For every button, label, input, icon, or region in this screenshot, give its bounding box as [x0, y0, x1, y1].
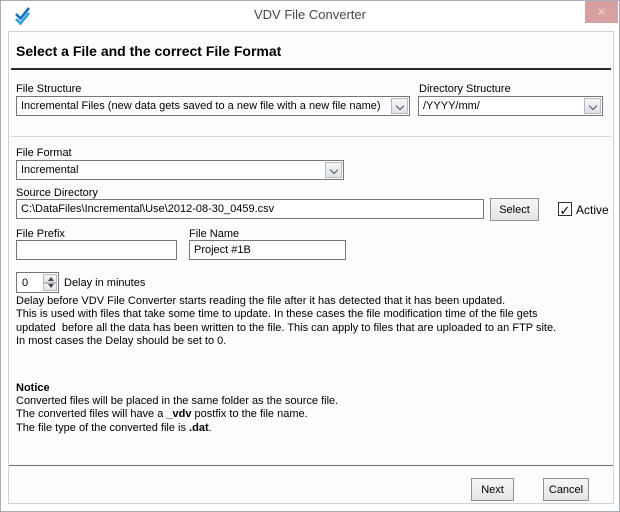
file-name-input[interactable] [189, 240, 346, 260]
cancel-button[interactable]: Cancel [543, 478, 589, 501]
directory-structure-label: Directory Structure [419, 83, 511, 95]
page-title: Select a File and the correct File Forma… [16, 43, 282, 59]
close-icon: ✕ [596, 5, 607, 19]
checkmark-icon: ✓ [559, 204, 571, 219]
source-directory-label: Source Directory [16, 187, 98, 199]
notice-line: Converted files will be placed in the sa… [16, 395, 339, 408]
notice-block: Notice Converted files will be placed in… [16, 382, 338, 435]
notice-line: The file type of the converted file is .… [16, 421, 212, 434]
file-format-value: Incremental [21, 164, 79, 176]
file-structure-label: File Structure [16, 83, 82, 95]
spinner-down-button[interactable] [43, 282, 57, 291]
file-structure-combobox[interactable]: Incremental Files (new data gets saved t… [16, 96, 410, 116]
directory-structure-combobox[interactable]: /YYYY/mm/ [418, 96, 603, 116]
dropdown-arrow-icon[interactable] [584, 98, 601, 114]
file-prefix-input[interactable] [16, 240, 177, 260]
spinner-up-button[interactable] [43, 274, 57, 283]
file-name-label: File Name [189, 228, 240, 240]
directory-structure-value: /YYYY/mm/ [423, 100, 480, 112]
window-title: VDV File Converter [254, 7, 366, 22]
file-prefix-label: File Prefix [16, 228, 65, 240]
delay-description-line: In most cases the Delay should be set to… [16, 334, 227, 347]
close-button[interactable]: ✕ [585, 1, 618, 23]
delay-description-line: Delay before VDV File Converter starts r… [16, 295, 506, 307]
file-structure-value: Incremental Files (new data gets saved t… [21, 100, 381, 112]
file-format-combobox[interactable]: Incremental [16, 160, 344, 180]
source-directory-input[interactable] [16, 199, 484, 219]
delay-description-line: updated before all the data has been wri… [16, 321, 557, 334]
active-checkbox-label: Active [576, 203, 609, 217]
next-button[interactable]: Next [471, 478, 514, 501]
delay-input[interactable] [17, 273, 43, 292]
title-bar: VDV File Converter ✕ [1, 1, 619, 29]
dropdown-arrow-icon[interactable] [325, 162, 342, 178]
delay-label: Delay in minutes [64, 277, 146, 289]
heading-divider [11, 68, 611, 70]
select-button[interactable]: Select [490, 198, 539, 221]
file-format-label: File Format [16, 147, 72, 159]
section-divider [11, 136, 611, 137]
footer-divider [9, 465, 613, 466]
spinner-down-icon [47, 284, 54, 288]
delay-description: Delay before VDV File Converter starts r… [16, 295, 556, 348]
dropdown-arrow-icon[interactable] [391, 98, 408, 114]
notice-heading: Notice [16, 382, 50, 394]
vdv-file-converter-window: VDV File Converter ✕ Select a File and t… [0, 0, 620, 512]
active-checkbox[interactable]: ✓ [558, 202, 572, 219]
spinner-up-icon [47, 277, 54, 281]
delay-spinner[interactable] [16, 272, 59, 293]
notice-line: The converted files will have a _vdv pos… [16, 408, 308, 421]
delay-description-line: This is used with files that take some t… [16, 308, 538, 321]
